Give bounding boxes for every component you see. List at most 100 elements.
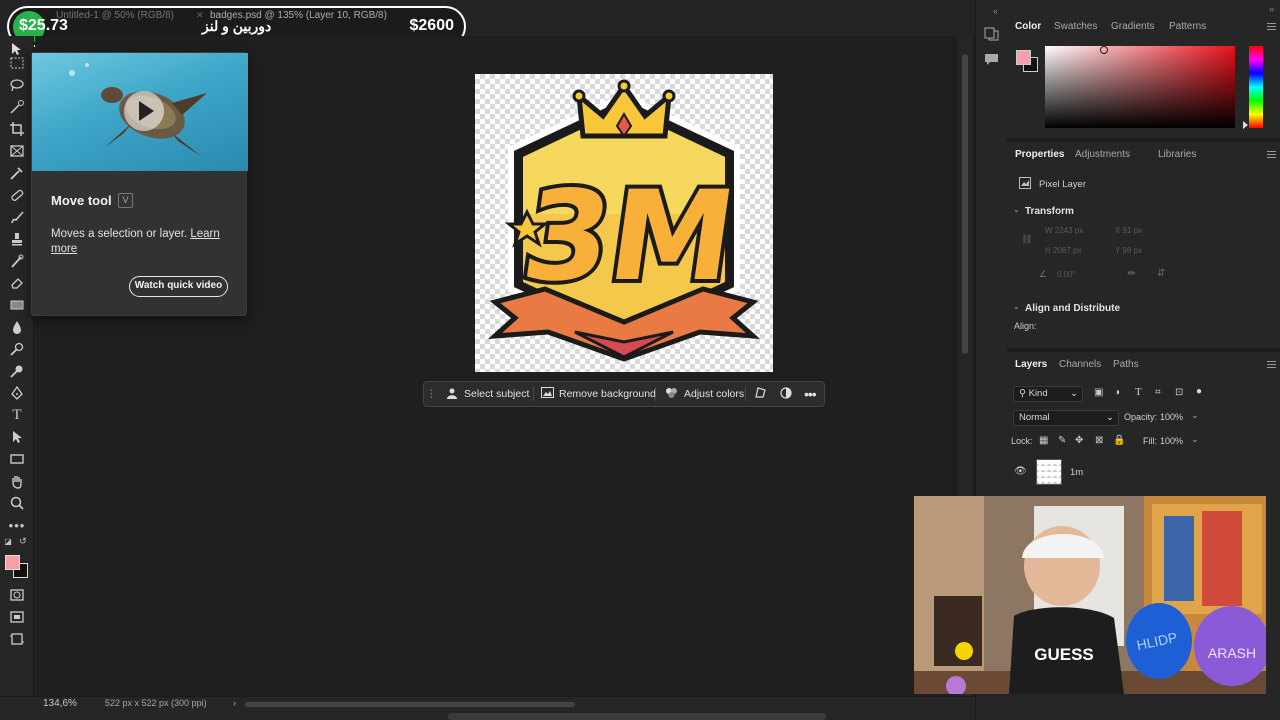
lock-image-icon[interactable]: ✎ <box>1058 435 1066 446</box>
color-picker-cursor[interactable] <box>1100 46 1108 54</box>
lock-transparent-icon[interactable]: ▦ <box>1039 435 1048 446</box>
tab-properties[interactable]: Properties <box>1015 149 1064 160</box>
status-bar: 134,6% 522 px x 522 px (300 ppi) › <box>0 696 975 720</box>
tab-libraries[interactable]: Libraries <box>1158 149 1196 160</box>
transform-section-title[interactable]: Transform <box>1025 206 1074 217</box>
chevron-down-icon[interactable]: ⌄ <box>1013 302 1020 311</box>
width-field[interactable]: W 2243 px <box>1045 226 1083 235</box>
screen-mode-icon[interactable] <box>8 608 26 626</box>
default-colors-icon[interactable]: ◪ <box>3 536 13 546</box>
color-picker-field[interactable] <box>1045 46 1235 128</box>
expand-panels-icon[interactable]: » <box>1269 4 1274 14</box>
path-selection-tool-icon[interactable] <box>8 428 26 446</box>
flip-horizontal-icon[interactable]: ⇹ <box>1127 268 1135 279</box>
swap-colors-icon[interactable]: ↺ <box>18 536 28 546</box>
eyedropper-tool-icon[interactable] <box>8 164 26 182</box>
document-canvas[interactable]: 3M <box>475 74 773 372</box>
lasso-tool-icon[interactable] <box>8 76 26 94</box>
chevron-down-icon[interactable]: ⌄ <box>1191 434 1199 445</box>
layer-name[interactable]: 1m <box>1070 467 1083 478</box>
healing-brush-tool-icon[interactable] <box>8 186 26 204</box>
tab-layers[interactable]: Layers <box>1015 359 1047 370</box>
x-field[interactable]: X 91 px <box>1115 226 1142 235</box>
drag-handle-icon[interactable]: ⋮ <box>426 382 437 406</box>
price-left-label: $25.73 <box>19 17 68 34</box>
clone-stamp-tool-icon[interactable] <box>8 230 26 248</box>
chevron-right-icon[interactable]: › <box>233 698 236 708</box>
tab-color[interactable]: Color <box>1015 21 1041 32</box>
chevron-down-icon[interactable]: ⌄ <box>1191 410 1199 421</box>
filter-adjustment-icon[interactable]: ◑ <box>1114 387 1120 398</box>
filter-smart-object-icon[interactable]: ⊡ <box>1175 387 1183 398</box>
frame-tool-icon[interactable] <box>8 142 26 160</box>
layers-panel-menu-icon[interactable] <box>1267 361 1276 368</box>
vertical-scroll-thumb[interactable] <box>962 54 968 354</box>
marquee-tool-icon[interactable] <box>8 54 26 72</box>
tab-adjustments[interactable]: Adjustments <box>1075 149 1130 160</box>
eraser-tool-icon[interactable] <box>8 274 26 292</box>
adjust-colors-button[interactable]: Adjust colors <box>684 382 744 406</box>
flip-vertical-icon[interactable]: ⇵ <box>1157 268 1165 279</box>
tooltip-preview-image[interactable] <box>32 53 248 171</box>
filter-toggle-icon[interactable]: ● <box>1196 386 1202 397</box>
horizontal-scroll-thumb[interactable] <box>245 702 575 707</box>
object-selection-tool-icon[interactable] <box>8 98 26 116</box>
more-tools-icon[interactable]: ••• <box>8 516 26 534</box>
play-video-icon[interactable] <box>124 91 164 131</box>
lock-artboard-icon[interactable]: ⊠ <box>1095 435 1103 446</box>
lock-position-icon[interactable]: ✥ <box>1075 435 1083 446</box>
smudge-tool-icon[interactable] <box>8 362 26 380</box>
hue-slider[interactable] <box>1249 46 1263 128</box>
foreground-color-swatch[interactable] <box>5 555 20 570</box>
y-field[interactable]: Y 98 px <box>1115 246 1142 255</box>
align-section-title[interactable]: Align and Distribute <box>1025 303 1120 314</box>
zoom-tool-icon[interactable] <box>8 494 26 512</box>
history-brush-tool-icon[interactable] <box>8 252 26 270</box>
properties-panel-menu-icon[interactable] <box>1267 151 1276 158</box>
fill-value[interactable]: 100% <box>1160 436 1183 446</box>
type-tool-icon[interactable]: T <box>8 406 26 424</box>
filter-type-icon[interactable]: T <box>1135 386 1142 398</box>
layer-row[interactable]: 👁 1m <box>1007 457 1280 487</box>
tab-gradients[interactable]: Gradients <box>1111 21 1154 32</box>
height-field[interactable]: H 2067 px <box>1045 246 1081 255</box>
tab-swatches[interactable]: Swatches <box>1054 21 1097 32</box>
artboard-icon[interactable] <box>8 630 26 648</box>
opacity-value[interactable]: 100% <box>1160 412 1183 422</box>
gradient-tool-icon[interactable] <box>8 296 26 314</box>
link-icon[interactable]: ⛓ <box>1021 234 1032 245</box>
layer-filter-dropdown[interactable]: ⚲ Kind ⌄ <box>1013 386 1083 402</box>
brush-tool-icon[interactable] <box>8 208 26 226</box>
hue-slider-marker[interactable] <box>1243 121 1248 129</box>
blend-mode-dropdown[interactable]: Normal ⌄ <box>1013 410 1119 426</box>
more-options-icon[interactable]: ••• <box>804 382 817 406</box>
quick-mask-icon[interactable] <box>8 586 26 604</box>
collapse-panels-icon[interactable]: « <box>993 6 998 16</box>
tab-paths[interactable]: Paths <box>1113 359 1139 370</box>
transform-icon[interactable] <box>754 382 767 406</box>
crop-tool-icon[interactable] <box>8 120 26 138</box>
panel-foreground-swatch[interactable] <box>1016 50 1031 65</box>
mask-icon[interactable] <box>780 382 792 406</box>
angle-field[interactable]: 0.00° <box>1057 270 1076 279</box>
history-panel-icon[interactable] <box>984 26 999 44</box>
tab-channels[interactable]: Channels <box>1059 359 1101 370</box>
color-panel-menu-icon[interactable] <box>1267 23 1276 30</box>
comments-panel-icon[interactable] <box>984 52 999 70</box>
lock-all-icon[interactable]: 🔒 <box>1113 435 1125 446</box>
pen-tool-icon[interactable] <box>8 384 26 402</box>
hand-tool-icon[interactable] <box>8 472 26 490</box>
zoom-level[interactable]: 134,6% <box>43 698 77 709</box>
watch-quick-video-button[interactable]: Watch quick video <box>129 276 228 297</box>
layer-type-label: Pixel Layer <box>1039 179 1086 190</box>
remove-background-button[interactable]: Remove background <box>559 382 656 406</box>
filter-shape-icon[interactable]: ⌗ <box>1155 387 1161 398</box>
dodge-tool-icon[interactable] <box>8 340 26 358</box>
rectangle-tool-icon[interactable] <box>8 450 26 468</box>
chevron-down-icon[interactable]: ⌄ <box>1013 205 1020 214</box>
blur-tool-icon[interactable] <box>8 318 26 336</box>
select-subject-button[interactable]: Select subject <box>464 382 529 406</box>
filter-pixel-icon[interactable]: ▣ <box>1094 387 1103 398</box>
visibility-eye-icon[interactable]: 👁 <box>1014 466 1027 477</box>
tab-patterns[interactable]: Patterns <box>1169 21 1206 32</box>
